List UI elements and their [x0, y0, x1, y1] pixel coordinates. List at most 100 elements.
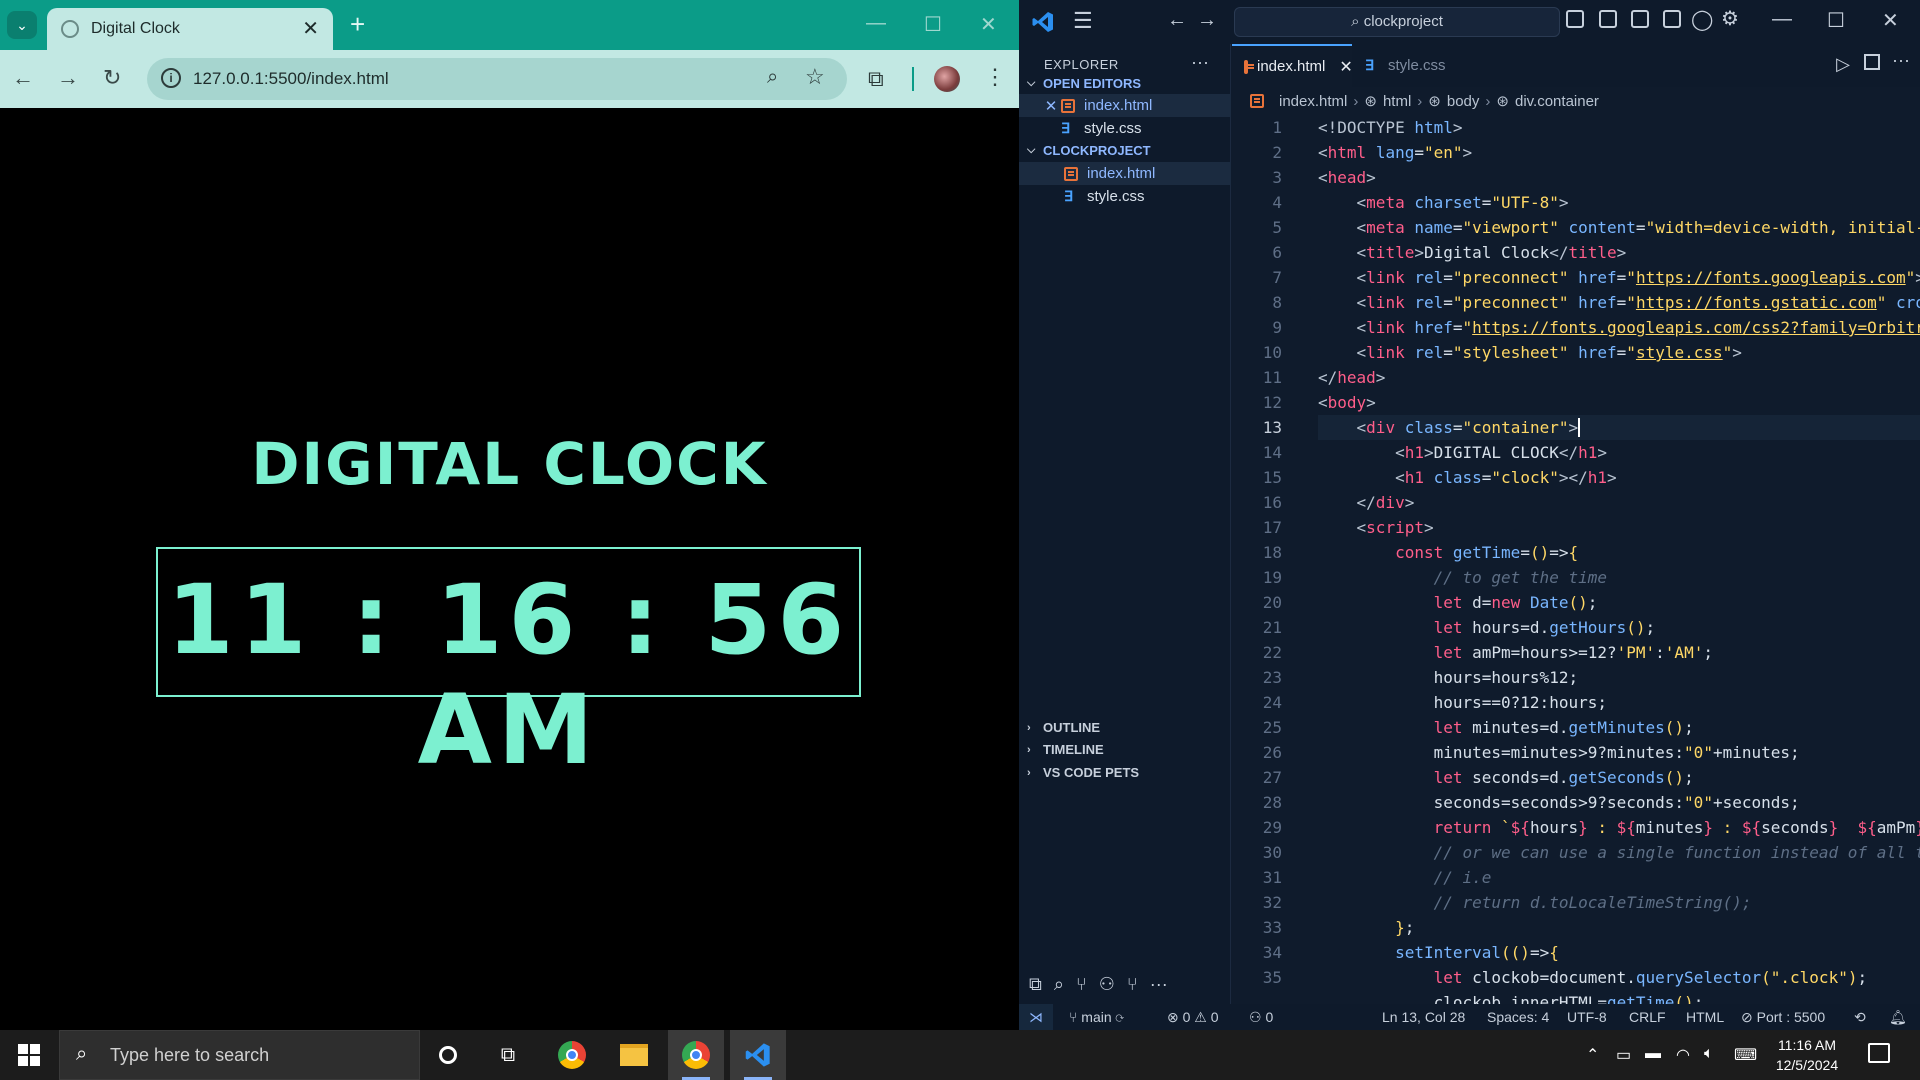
zoom-icon[interactable]: ⌕ — [767, 66, 778, 89]
tag-icon: ⊛ — [1364, 93, 1377, 110]
project-file-item[interactable]: index.html — [1019, 162, 1231, 185]
encoding-status[interactable]: UTF-8 — [1567, 1009, 1607, 1025]
profile-avatar[interactable] — [934, 66, 960, 92]
vs-maximize-icon[interactable]: ☐ — [1827, 8, 1845, 33]
project-section[interactable]: ⌵ CLOCKPROJECT — [1027, 143, 1151, 158]
windows-start-icon[interactable] — [18, 1044, 40, 1066]
sync-icon[interactable]: ⟲ — [1854, 1009, 1866, 1026]
cursor-position[interactable]: Ln 13, Col 28 — [1382, 1009, 1465, 1025]
toggle-sidebar-icon[interactable] — [1566, 10, 1584, 28]
tab-style-css[interactable]: ∃ style.css — [1353, 44, 1473, 87]
line-number: 35 — [1262, 968, 1282, 987]
code-editor[interactable]: 1 2 3 4 5 6 7 8 9 10 11 12 13 14 15 16 17 18 19 20 21 22 23 24 2… — [1232, 115, 1920, 1005]
remote-icon[interactable]: ⋊ — [1019, 1004, 1053, 1030]
tab-close-icon[interactable]: ✕ — [1339, 57, 1352, 77]
globe-icon — [61, 20, 79, 38]
wifi-icon[interactable]: ◠ — [1676, 1045, 1690, 1065]
url-text[interactable]: 127.0.0.1:5500/index.html — [193, 69, 389, 89]
more-views-icon[interactable]: ··· — [1150, 974, 1168, 995]
address-bar[interactable]: i 127.0.0.1:5500/index.html ⌕ ☆ — [147, 58, 847, 100]
cortana-icon[interactable] — [420, 1030, 476, 1080]
settings-gear-icon[interactable]: ⚙ — [1721, 6, 1739, 31]
source-control-icon[interactable]: ⑂ — [1076, 974, 1087, 995]
explorer-files-icon[interactable]: ⧉ — [1029, 974, 1042, 995]
battery-icon[interactable]: ▬ — [1645, 1045, 1661, 1063]
chrome-icon[interactable] — [544, 1030, 600, 1080]
account-icon[interactable]: ◯ — [1691, 7, 1713, 32]
branch-status[interactable]: ⑂ main ⟳ — [1069, 1009, 1124, 1025]
problems-status[interactable]: ⊗ 0 ⚠ 0 — [1167, 1009, 1219, 1026]
back-arrow-icon[interactable]: ← — [12, 64, 34, 92]
hamburger-menu-icon[interactable]: ☰ — [1073, 8, 1093, 34]
explorer-more-icon[interactable]: ··· — [1191, 52, 1209, 73]
live-server-port[interactable]: ⊘ Port : 5500 — [1741, 1009, 1825, 1026]
breadcrumb-item[interactable]: html — [1383, 93, 1411, 110]
language-status[interactable]: HTML — [1686, 1009, 1724, 1025]
run-icon[interactable]: ▷ — [1836, 54, 1850, 75]
file-explorer-icon[interactable] — [606, 1030, 662, 1080]
tab-search-button[interactable]: ⌄ — [7, 11, 37, 39]
forward-arrow-icon[interactable]: → — [57, 64, 79, 92]
extensions-puzzle-icon[interactable]: ⧉ — [868, 66, 884, 92]
open-editor-item[interactable]: ∃ style.css — [1019, 117, 1231, 140]
open-editor-item[interactable]: ✕ index.html — [1019, 94, 1231, 117]
keyboard-icon[interactable]: ⌨ — [1734, 1045, 1757, 1065]
minimize-icon[interactable]: — — [866, 12, 886, 35]
maximize-icon[interactable]: ☐ — [924, 12, 942, 37]
vs-minimize-icon[interactable]: — — [1772, 8, 1792, 31]
tab-close-button[interactable]: ✕ — [302, 19, 319, 39]
notifications-bell-icon[interactable]: 🔔︎ — [1889, 1009, 1907, 1026]
nav-forward-icon[interactable]: → — [1197, 9, 1217, 32]
taskbar-clock[interactable]: 11:16 AM 12/5/2024 — [1772, 1035, 1842, 1075]
open-editors-section[interactable]: ⌵ OPEN EDITORS — [1027, 76, 1141, 91]
code-line: // return d.toLocaleTimeString(); — [1433, 893, 1752, 912]
line-number: 21 — [1262, 618, 1282, 637]
vscode-pets-section[interactable]: › VS CODE PETS — [1027, 765, 1139, 780]
editor-more-icon[interactable]: ··· — [1892, 50, 1910, 71]
task-view-icon[interactable]: ⧉ — [480, 1030, 536, 1080]
git-graph-icon[interactable]: ⑂ — [1127, 974, 1138, 995]
notification-center-icon[interactable] — [1868, 1043, 1890, 1063]
section-label: TIMELINE — [1043, 742, 1104, 757]
browser-tab[interactable]: Digital Clock ✕ — [47, 8, 333, 50]
command-center[interactable]: ⌕ clockproject — [1234, 7, 1560, 37]
clock-container: 11 : 16 : 56 AM — [156, 547, 861, 785]
close-window-icon[interactable]: ✕ — [980, 12, 997, 37]
volume-mute-icon[interactable]: 🔈︎ — [1704, 1045, 1714, 1063]
vscode-taskbar-icon[interactable] — [730, 1030, 786, 1080]
split-editor-icon[interactable] — [1864, 54, 1880, 70]
code-line: <body> — [1318, 393, 1376, 412]
chevron-up-icon[interactable]: ⌃ — [1586, 1045, 1599, 1065]
site-info-icon[interactable]: i — [161, 68, 181, 88]
search-icon[interactable]: ⌕ — [1054, 974, 1064, 995]
customize-layout-icon[interactable] — [1663, 10, 1681, 28]
toggle-panel-icon[interactable] — [1599, 10, 1617, 28]
line-number: 29 — [1262, 818, 1282, 837]
bookmark-star-icon[interactable]: ☆ — [805, 64, 825, 90]
device-icon[interactable]: ▭ — [1616, 1045, 1631, 1065]
toggle-secondary-sidebar-icon[interactable] — [1631, 10, 1649, 28]
project-file-item[interactable]: ∃ style.css — [1019, 185, 1231, 208]
new-tab-button[interactable]: + — [350, 10, 365, 38]
chrome-profile-icon[interactable] — [668, 1030, 724, 1080]
run-debug-icon[interactable]: ⚇ — [1099, 974, 1115, 995]
nav-back-icon[interactable]: ← — [1167, 9, 1187, 32]
indentation-status[interactable]: Spaces: 4 — [1487, 1009, 1549, 1025]
line-number: 5 — [1272, 218, 1282, 237]
timeline-section[interactable]: › TIMELINE — [1027, 742, 1104, 757]
tab-index-html[interactable]: index.html ✕ — [1232, 44, 1353, 87]
line-number: 18 — [1262, 543, 1282, 562]
ports-status[interactable]: ⚇ 0 — [1249, 1009, 1273, 1026]
breadcrumb-item[interactable]: div.container — [1515, 93, 1599, 110]
reload-icon[interactable]: ↻ — [103, 64, 121, 92]
code-line: let clockob=document.querySelector(".clo… — [1433, 968, 1868, 987]
code-line: // to get the time — [1433, 568, 1607, 587]
breadcrumb-item[interactable]: index.html — [1279, 93, 1347, 110]
browser-menu-icon[interactable]: ⋮ — [984, 64, 1006, 90]
taskbar-search-box[interactable]: ⌕ Type here to search — [59, 1030, 420, 1080]
breadcrumb-item[interactable]: body — [1447, 93, 1480, 110]
vs-close-icon[interactable]: ✕ — [1882, 8, 1899, 33]
eol-status[interactable]: CRLF — [1629, 1009, 1666, 1025]
close-editor-icon[interactable]: ✕ — [1041, 97, 1061, 115]
outline-section[interactable]: › OUTLINE — [1027, 720, 1100, 735]
